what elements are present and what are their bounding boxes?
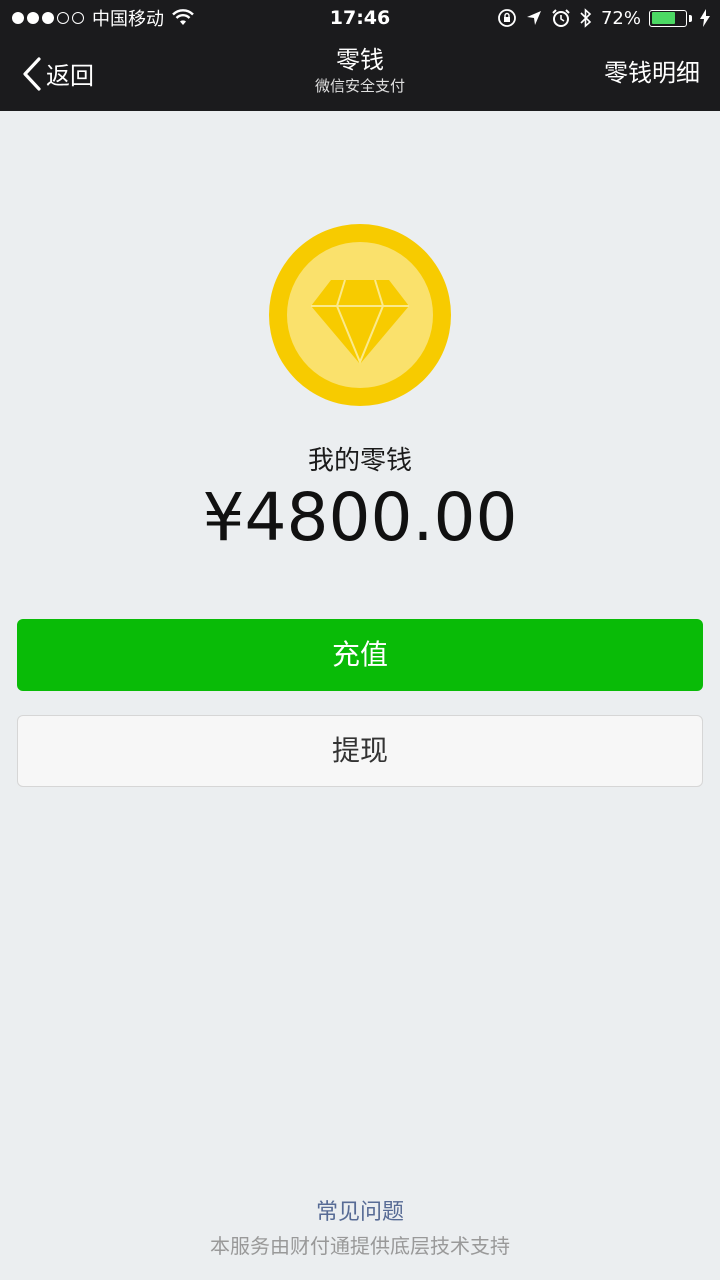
status-right: 72% — [497, 0, 710, 36]
recharge-button[interactable]: 充值 — [17, 619, 703, 691]
back-button[interactable]: 返回 — [22, 36, 94, 111]
alarm-icon — [552, 9, 570, 27]
faq-link[interactable]: 常见问题 — [0, 1194, 720, 1226]
battery-percent: 72% — [600, 7, 641, 29]
bluetooth-icon — [580, 8, 592, 28]
balance-label: 我的零钱 — [307, 446, 412, 476]
diamond-coin-icon — [269, 224, 451, 406]
balance-details-button[interactable]: 零钱明细 — [604, 36, 700, 111]
battery-tip — [689, 14, 692, 22]
orientation-lock-icon — [498, 9, 516, 27]
battery-level-fill — [651, 12, 676, 24]
back-label: 返回 — [46, 62, 94, 90]
chevron-left-icon — [23, 56, 41, 91]
balance-amount: ¥4800.00 — [202, 479, 518, 556]
withdraw-button[interactable]: 提现 — [17, 715, 703, 787]
status-bar: 中国移动 17:46 72% — [0, 0, 720, 36]
diamond-icon — [311, 279, 409, 365]
battery-icon — [649, 9, 687, 27]
navigation-bar: 返回 零钱 微信安全支付 零钱明细 — [0, 36, 720, 111]
footer-note: 本服务由财付通提供底层技术支持 — [210, 1234, 510, 1258]
location-arrow-icon — [526, 11, 541, 25]
charging-bolt-icon — [700, 9, 710, 27]
